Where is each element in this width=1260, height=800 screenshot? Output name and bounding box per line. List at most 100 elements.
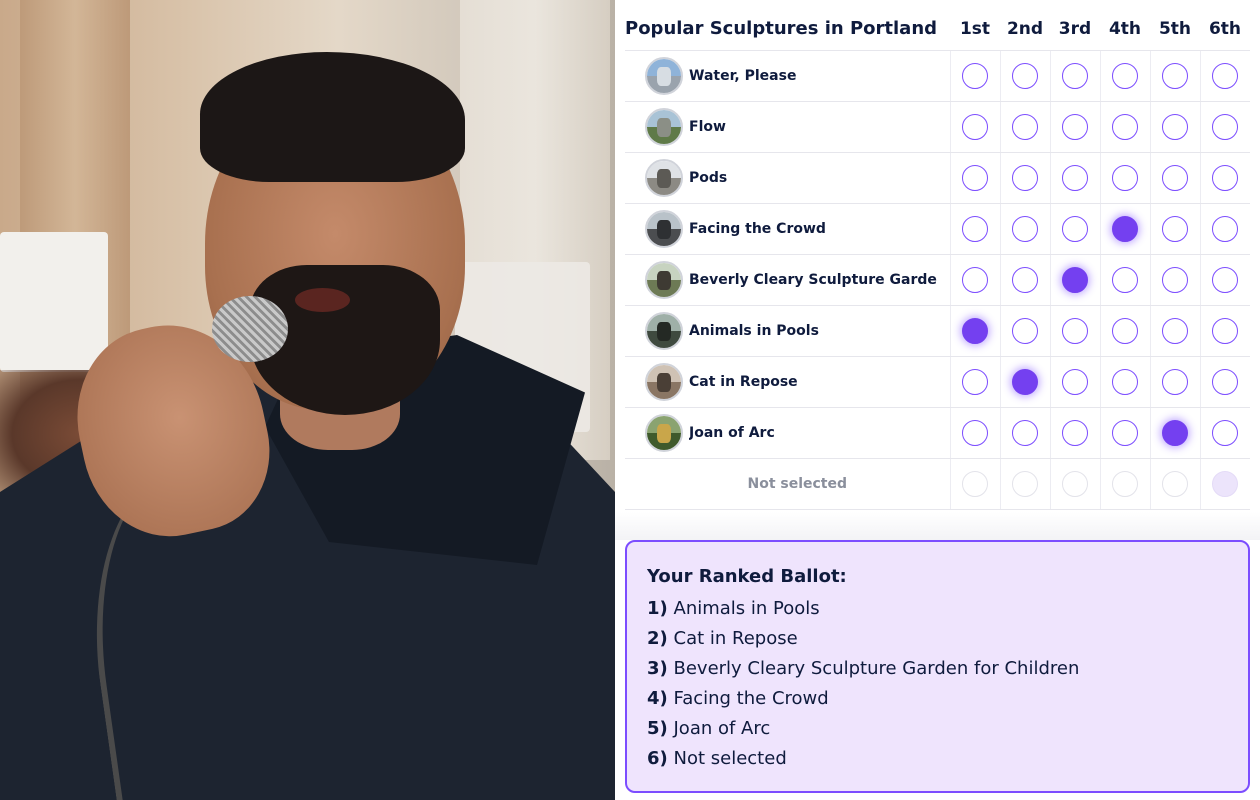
rank-5-radio[interactable] [1162, 317, 1188, 344]
rank-2-radio[interactable] [1012, 317, 1038, 344]
rank-3-radio[interactable] [1062, 164, 1088, 191]
rank-cell [1149, 254, 1200, 306]
rank-2-radio[interactable] [1012, 164, 1038, 191]
ballot-item: 6) Not selected [647, 744, 1228, 774]
rank-4-radio[interactable] [1112, 215, 1138, 242]
ballot-heading: Your Ranked Ballot: [647, 566, 847, 587]
ballot-item-text: Beverly Cleary Sculpture Garden for Chil… [673, 658, 1080, 679]
rank-cell [1099, 305, 1150, 357]
ballot-item-text: Joan of Arc [673, 718, 771, 739]
sculpture-thumbnail [645, 260, 683, 299]
rank-5-radio[interactable] [1162, 164, 1188, 191]
rank-1-radio[interactable] [962, 164, 988, 191]
rank-2-radio[interactable] [1012, 368, 1038, 395]
rank-cell [999, 203, 1050, 255]
speaker-photo [0, 0, 615, 800]
rank-3-radio[interactable] [1062, 215, 1088, 242]
rank-6-radio[interactable] [1212, 419, 1239, 446]
not-selected-rank-4-radio[interactable] [1112, 470, 1138, 497]
ballot-item-number: 2) [647, 628, 668, 649]
rank-cell [1099, 458, 1150, 510]
rank-3-radio[interactable] [1062, 113, 1088, 140]
rank-6-radio[interactable] [1212, 215, 1239, 242]
not-selected-rank-3-radio[interactable] [1062, 470, 1088, 497]
not-selected-rank-2-radio[interactable] [1012, 470, 1038, 497]
rank-2-radio[interactable] [1012, 113, 1038, 140]
rank-2-radio[interactable] [1012, 62, 1038, 89]
rank-1-radio[interactable] [962, 113, 988, 140]
rank-3-radio[interactable] [1062, 419, 1088, 446]
rank-6-radio[interactable] [1212, 368, 1239, 395]
rank-5-radio[interactable] [1162, 266, 1188, 293]
not-selected-rank-5-radio[interactable] [1162, 470, 1188, 497]
rank-cell [949, 305, 1000, 357]
rank-cell [1199, 305, 1250, 357]
rank-3-radio[interactable] [1062, 368, 1088, 395]
rank-cell [949, 254, 1000, 306]
rank-1-radio[interactable] [962, 368, 988, 395]
sculpture-thumbnail [645, 311, 683, 350]
rank-6-radio[interactable] [1212, 62, 1239, 89]
rank-4-radio[interactable] [1112, 164, 1138, 191]
rank-cell [1199, 356, 1250, 408]
rank-5-radio[interactable] [1162, 368, 1188, 395]
ballot-item-text: Animals in Pools [673, 598, 820, 619]
ballot-item: 4) Facing the Crowd [647, 684, 1228, 714]
ranking-grid-header: Popular Sculptures in Portland 1st 2nd 3… [625, 8, 1250, 51]
rank-3-radio[interactable] [1062, 62, 1088, 89]
thumbnail-sculpture [657, 424, 671, 443]
rank-1-radio[interactable] [962, 62, 988, 89]
rank-header-2nd: 2nd [1000, 8, 1050, 51]
rank-5-radio[interactable] [1162, 62, 1188, 89]
ballot-item-text: Cat in Repose [673, 628, 798, 649]
sculpture-thumbnail [645, 362, 683, 401]
rank-3-radio[interactable] [1062, 317, 1088, 344]
sculpture-row: Facing the Crowd [625, 203, 1250, 255]
sculpture-thumbnail [645, 209, 683, 248]
not-selected-label: Not selected [625, 458, 950, 510]
rank-4-radio[interactable] [1112, 62, 1138, 89]
rank-6-radio[interactable] [1212, 317, 1239, 344]
ranking-grid: Popular Sculptures in Portland 1st 2nd 3… [625, 8, 1250, 510]
rank-6-radio[interactable] [1212, 113, 1239, 140]
not-selected-rank-6-radio[interactable] [1212, 470, 1239, 497]
rank-1-radio[interactable] [962, 215, 988, 242]
rank-header-5th: 5th [1150, 8, 1200, 51]
rank-4-radio[interactable] [1112, 317, 1138, 344]
rank-6-radio[interactable] [1212, 266, 1239, 293]
thumbnail-sculpture [657, 322, 671, 341]
thumbnail-sculpture [657, 118, 671, 137]
sculpture-name-cell: Joan of Arc [625, 407, 950, 459]
rank-cell [949, 101, 1000, 153]
not-selected-rank-1-radio[interactable] [962, 470, 988, 497]
rank-5-radio[interactable] [1162, 215, 1188, 242]
rank-4-radio[interactable] [1112, 368, 1138, 395]
rank-cell [999, 101, 1050, 153]
thumbnail-sculpture [657, 169, 671, 188]
rank-2-radio[interactable] [1012, 215, 1038, 242]
sculpture-thumbnail [645, 56, 683, 95]
sculpture-thumbnail [645, 107, 683, 146]
rank-2-radio[interactable] [1012, 266, 1038, 293]
rank-2-radio[interactable] [1012, 419, 1038, 446]
sculpture-name: Flow [689, 118, 726, 135]
ranked-choice-panel: Popular Sculptures in Portland 1st 2nd 3… [615, 0, 1260, 800]
rank-4-radio[interactable] [1112, 266, 1138, 293]
rank-4-radio[interactable] [1112, 419, 1138, 446]
sculpture-name-cell: Beverly Cleary Sculpture Garden for Chil… [625, 254, 950, 306]
rank-1-radio[interactable] [962, 266, 988, 293]
rank-4-radio[interactable] [1112, 113, 1138, 140]
rank-5-radio[interactable] [1162, 419, 1188, 446]
rank-cell [949, 50, 1000, 102]
rank-cell [1049, 458, 1100, 510]
sculpture-name: Cat in Repose [689, 373, 798, 390]
rank-1-radio[interactable] [962, 419, 988, 446]
rank-cell [1199, 203, 1250, 255]
rank-5-radio[interactable] [1162, 113, 1188, 140]
rank-1-radio[interactable] [962, 317, 988, 344]
rank-3-radio[interactable] [1062, 266, 1088, 293]
rank-header-4th: 4th [1100, 8, 1150, 51]
sculpture-name: Facing the Crowd [689, 220, 826, 237]
rank-6-radio[interactable] [1212, 164, 1239, 191]
photo-hair [200, 52, 465, 182]
